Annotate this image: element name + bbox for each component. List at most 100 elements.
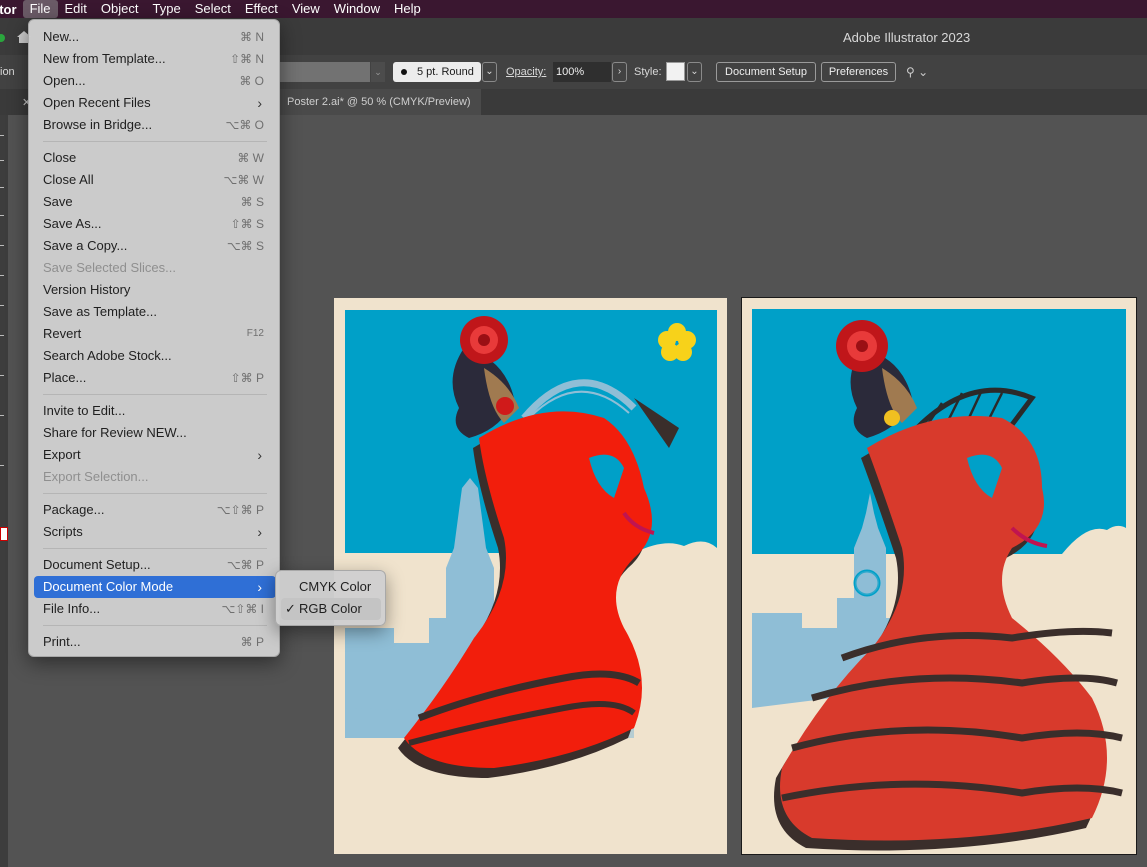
menu-item-revert[interactable]: Revert F12 bbox=[34, 323, 276, 345]
menu-object[interactable]: Object bbox=[94, 0, 146, 18]
chevron-right-icon: › bbox=[257, 95, 262, 111]
file-menu-dropdown: New... ⌘ N New from Template... ⇧⌘ N Open.… bbox=[28, 19, 280, 657]
opacity-label[interactable]: Opacity: bbox=[506, 66, 546, 78]
document-setup-button[interactable]: Document Setup bbox=[716, 62, 816, 82]
menu-item-print[interactable]: Print... ⌘ P bbox=[34, 631, 276, 653]
tool-tick bbox=[0, 160, 4, 161]
brush-profile-select[interactable]: 5 pt. Round bbox=[393, 62, 481, 82]
tab-poster-2[interactable]: Poster 2.ai* @ 50 % (CMYK/Preview) bbox=[277, 89, 481, 115]
menu-item-label: Open Recent Files bbox=[43, 95, 151, 110]
menu-item-label: Close bbox=[43, 150, 77, 165]
menu-item-label: Package... bbox=[43, 502, 105, 517]
shortcut-label: ⌘ N bbox=[240, 30, 264, 44]
menu-item-export[interactable]: Export › bbox=[34, 444, 276, 466]
menu-item-new-from-template[interactable]: New from Template... ⇧⌘ N bbox=[34, 48, 276, 70]
app-menu[interactable]: ator bbox=[0, 2, 23, 17]
menu-item-label: Scripts bbox=[43, 524, 83, 539]
fill-stroke-swatch[interactable] bbox=[0, 527, 8, 541]
artboard-cmyk bbox=[334, 298, 727, 854]
menu-item-save-copy[interactable]: Save a Copy... ⌥⌘ S bbox=[34, 235, 276, 257]
menu-item-package[interactable]: Package... ⌥⇧⌘ P bbox=[34, 499, 276, 521]
menu-item-label: Save as Template... bbox=[43, 304, 157, 319]
menu-item-close[interactable]: Close ⌘ W bbox=[34, 147, 276, 169]
menu-effect[interactable]: Effect bbox=[238, 0, 285, 18]
tool-tick bbox=[0, 275, 4, 276]
menu-view[interactable]: View bbox=[285, 0, 327, 18]
menu-item-label: Export bbox=[43, 447, 81, 462]
stroke-weight-field[interactable] bbox=[280, 62, 370, 82]
menu-item-label: Document Color Mode bbox=[43, 579, 174, 594]
menu-item-export-selection: Export Selection... bbox=[34, 466, 276, 488]
tool-tick bbox=[0, 375, 4, 376]
opacity-input[interactable]: 100% bbox=[553, 62, 611, 82]
tools-panel[interactable] bbox=[0, 115, 8, 867]
menu-item-save-as-template[interactable]: Save as Template... bbox=[34, 301, 276, 323]
shortcut-label: ⌥⇧⌘ P bbox=[216, 503, 264, 517]
menu-item-new[interactable]: New... ⌘ N bbox=[34, 26, 276, 48]
menu-item-search-stock[interactable]: Search Adobe Stock... bbox=[34, 345, 276, 367]
menu-separator bbox=[43, 548, 267, 549]
chevron-right-icon: › bbox=[257, 447, 262, 463]
menu-item-label: Save a Copy... bbox=[43, 238, 128, 253]
menu-select[interactable]: Select bbox=[188, 0, 238, 18]
menu-item-invite-to-edit[interactable]: Invite to Edit... bbox=[34, 400, 276, 422]
shortcut-label: ⌥⌘ O bbox=[225, 118, 265, 132]
tool-tick bbox=[0, 415, 4, 416]
menu-item-label: Browse in Bridge... bbox=[43, 117, 153, 132]
menu-item-close-all[interactable]: Close All ⌥⌘ W bbox=[34, 169, 276, 191]
menu-item-label: Export Selection... bbox=[43, 469, 149, 484]
menu-item-label: Invite to Edit... bbox=[43, 403, 126, 418]
menu-item-save-as[interactable]: Save As... ⇧⌘ S bbox=[34, 213, 276, 235]
menu-item-document-setup[interactable]: Document Setup... ⌥⌘ P bbox=[34, 554, 276, 576]
chevron-right-icon: › bbox=[257, 524, 262, 540]
poster-artwork-cmyk bbox=[345, 310, 717, 854]
menu-item-place[interactable]: Place... ⇧⌘ P bbox=[34, 367, 276, 389]
menu-item-file-info[interactable]: File Info... ⌥⇧⌘ I bbox=[34, 598, 276, 620]
poster-artwork-rgb bbox=[752, 309, 1126, 854]
arrange-documents-icon[interactable]: ⚲ ⌄ bbox=[906, 65, 934, 79]
shortcut-label: ⌥⇧⌘ I bbox=[221, 602, 264, 616]
menu-help[interactable]: Help bbox=[387, 0, 428, 18]
shortcut-label: ⌥⌘ P bbox=[226, 558, 264, 572]
window-title: Adobe Illustrator 2023 bbox=[843, 30, 971, 45]
menu-item-label: RGB Color bbox=[299, 601, 362, 616]
style-dropdown[interactable]: ⌄ bbox=[687, 62, 702, 82]
tool-tick bbox=[0, 305, 4, 306]
menu-item-version-history[interactable]: Version History bbox=[34, 279, 276, 301]
shortcut-label: ⌘ S bbox=[240, 195, 264, 209]
color-mode-submenu: CMYK Color ✓ RGB Color bbox=[275, 570, 386, 626]
menu-item-label: Document Setup... bbox=[43, 557, 151, 572]
brush-profile-dropdown[interactable]: ⌄ bbox=[482, 62, 497, 82]
zoom-window-button[interactable] bbox=[0, 34, 5, 42]
menu-item-share-for-review[interactable]: Share for Review NEW... bbox=[34, 422, 276, 444]
tool-tick bbox=[0, 215, 4, 216]
menu-item-cmyk-color[interactable]: CMYK Color bbox=[281, 576, 381, 598]
menu-item-document-color-mode[interactable]: Document Color Mode › bbox=[34, 576, 276, 598]
menu-type[interactable]: Type bbox=[146, 0, 188, 18]
menu-window[interactable]: Window bbox=[327, 0, 387, 18]
menu-item-label: New from Template... bbox=[43, 51, 166, 66]
shortcut-label: ⌥⌘ W bbox=[223, 173, 265, 187]
menu-item-scripts[interactable]: Scripts › bbox=[34, 521, 276, 543]
menu-separator bbox=[43, 625, 267, 626]
menu-item-save-selected-slices: Save Selected Slices... bbox=[34, 257, 276, 279]
menu-item-label: Save bbox=[43, 194, 73, 209]
shortcut-label: ⌘ O bbox=[239, 74, 264, 88]
menu-edit[interactable]: Edit bbox=[58, 0, 94, 18]
preferences-button[interactable]: Preferences bbox=[821, 62, 896, 82]
menu-item-rgb-color[interactable]: ✓ RGB Color bbox=[281, 598, 381, 620]
stroke-weight-dropdown[interactable]: ⌄ bbox=[371, 62, 385, 82]
menu-item-open[interactable]: Open... ⌘ O bbox=[34, 70, 276, 92]
menu-item-label: Search Adobe Stock... bbox=[43, 348, 172, 363]
menu-item-label: Save Selected Slices... bbox=[43, 260, 176, 275]
menu-file[interactable]: File bbox=[22, 0, 58, 18]
menu-item-save[interactable]: Save ⌘ S bbox=[34, 191, 276, 213]
tool-tick bbox=[0, 465, 4, 466]
style-swatch[interactable] bbox=[666, 62, 685, 81]
shortcut-label: ⇧⌘ P bbox=[230, 371, 264, 385]
opacity-arrow-button[interactable]: › bbox=[612, 62, 627, 82]
menu-item-label: Close All bbox=[43, 172, 94, 187]
shortcut-label: ⇧⌘ S bbox=[230, 217, 264, 231]
menu-item-open-recent[interactable]: Open Recent Files › bbox=[34, 92, 276, 114]
menu-item-browse-bridge[interactable]: Browse in Bridge... ⌥⌘ O bbox=[34, 114, 276, 136]
